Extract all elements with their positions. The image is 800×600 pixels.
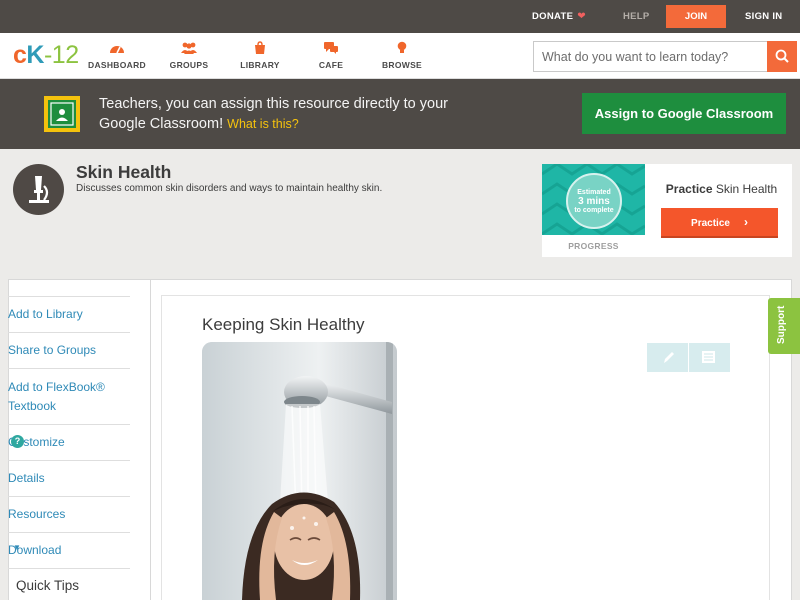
- join-button[interactable]: JOIN: [666, 5, 726, 28]
- practice-title: Practice Skin Health: [665, 182, 778, 196]
- sidebar-item-share-to-groups[interactable]: Share to Groups: [8, 332, 130, 368]
- heart-icon: ❤: [577, 11, 586, 22]
- assign-to-classroom-button[interactable]: Assign to Google Classroom: [582, 93, 786, 134]
- notes-icon[interactable]: [701, 350, 716, 364]
- nav-library[interactable]: LIBRARY: [225, 41, 295, 70]
- nav-groups[interactable]: GROUPS: [154, 41, 224, 70]
- practice-card: Estimated 3 mins to complete PROGRESS Pr…: [542, 164, 792, 257]
- sidebar-item-details[interactable]: Details: [8, 460, 130, 496]
- page-description: Discusses common skin disorders and ways…: [76, 183, 383, 194]
- help-link[interactable]: HELP: [623, 11, 650, 22]
- content-title: Keeping Skin Healthy: [202, 315, 365, 334]
- page-title: Skin Health: [76, 162, 172, 182]
- microscope-icon: [13, 164, 64, 215]
- content-image-shower: [202, 342, 397, 600]
- sidebar-item-add-to-library[interactable]: Add to Library: [8, 296, 130, 332]
- sign-in-link[interactable]: SIGN IN: [745, 11, 782, 22]
- what-is-this-link[interactable]: What is this?: [227, 117, 299, 131]
- support-tab[interactable]: Support: [768, 298, 800, 354]
- content-toolbar: [647, 343, 730, 372]
- search-box: [533, 41, 797, 72]
- classroom-banner-text: Teachers, you can assign this resource d…: [99, 96, 448, 132]
- google-classroom-icon: [44, 96, 80, 132]
- groups-people-icon: [181, 42, 197, 54]
- progress-label: PROGRESS: [568, 241, 619, 251]
- help-icon[interactable]: ?: [11, 435, 24, 448]
- nav-dashboard[interactable]: DASHBOARD: [82, 41, 152, 70]
- caret-down-icon: ▼: [13, 543, 21, 552]
- sidebar-item-customize[interactable]: Customize?: [8, 424, 130, 460]
- quick-tips-heading[interactable]: Quick Tips: [16, 578, 79, 593]
- top-utility-bar: DONATE ❤ HELP JOIN SIGN IN: [0, 0, 800, 33]
- practice-button[interactable]: Practice ›: [661, 208, 778, 238]
- estimated-time-badge: Estimated 3 mins to complete: [566, 173, 622, 229]
- browse-bulb-icon: [397, 41, 407, 53]
- practice-thumbnail: Estimated 3 mins to complete: [542, 164, 645, 235]
- ck12-logo[interactable]: cK-12: [13, 41, 79, 70]
- dashboard-gauge-icon: [110, 46, 124, 54]
- pencil-icon[interactable]: [661, 350, 675, 365]
- sidebar-item-add-to-flexbook[interactable]: Add to FlexBook® Textbook: [8, 368, 130, 424]
- search-input[interactable]: [534, 42, 769, 71]
- donate-label: DONATE: [532, 11, 574, 22]
- sidebar-item-resources[interactable]: Resources: [8, 496, 130, 532]
- chevron-right-icon: ›: [743, 215, 748, 229]
- cafe-chat-icon: [324, 42, 338, 54]
- nav-cafe[interactable]: CAFE: [296, 41, 366, 70]
- sidebar-item-download[interactable]: Download ▼: [8, 532, 130, 568]
- nav-browse[interactable]: BROWSE: [367, 41, 437, 70]
- search-button[interactable]: [767, 41, 797, 72]
- library-bag-icon: [255, 41, 265, 54]
- search-icon: [775, 49, 789, 63]
- main-nav: cK-12 DASHBOARD GROUPS LIBRARY CAFE BROW…: [0, 33, 800, 79]
- donate-link[interactable]: DONATE ❤: [532, 11, 586, 22]
